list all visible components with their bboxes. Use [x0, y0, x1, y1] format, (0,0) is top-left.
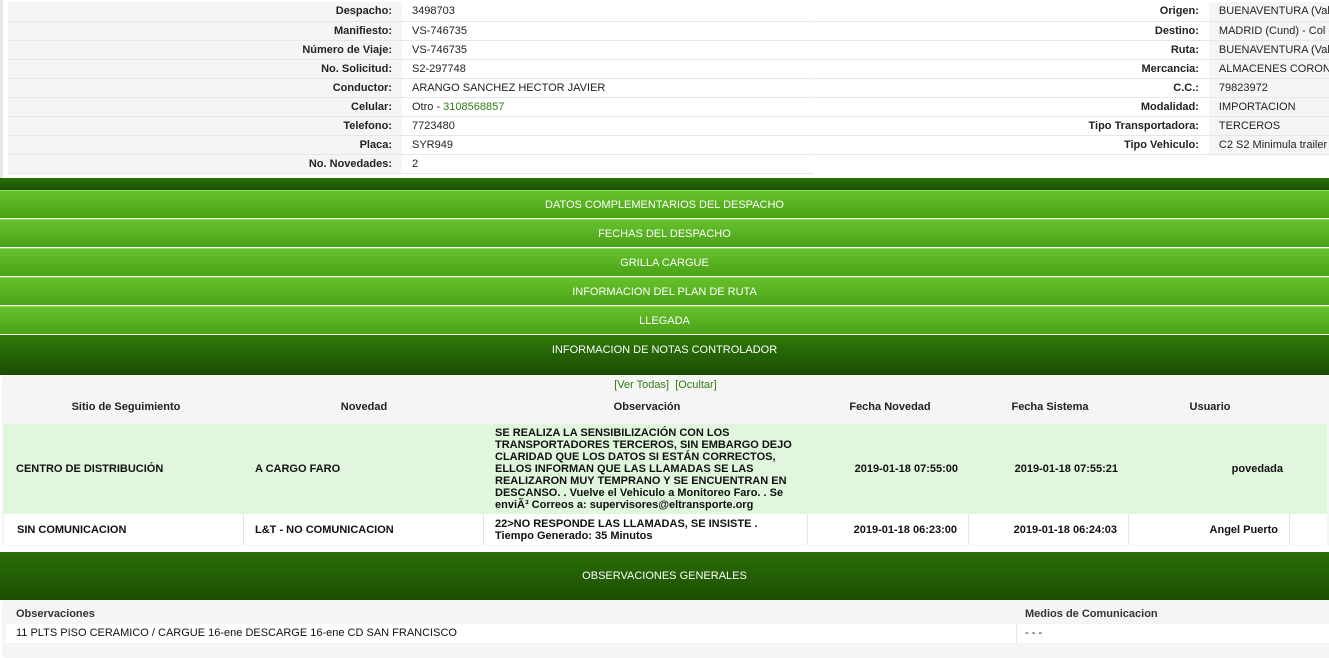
celular-phone-link[interactable]: 3108568857	[443, 101, 504, 113]
observaciones-panel: Observaciones Medios de Comunicacion 11 …	[2, 600, 1329, 658]
info-value: MADRID (Cund) - Col -	[1208, 21, 1329, 41]
note-fecha-novedad: 2019-01-18 06:23:00	[808, 514, 969, 545]
notes-table-row: CENTRO DE DISTRIBUCIÓN A CARGO FARO SE R…	[4, 424, 1327, 514]
info-row-ruta: Ruta: BUENAVENTURA (Val	[815, 40, 1329, 60]
info-value: VS-746735	[402, 40, 814, 60]
section-llegada[interactable]: LLEGADA	[0, 306, 1329, 334]
info-label: Origen:	[815, 2, 1209, 22]
section-plan-ruta[interactable]: INFORMACION DEL PLAN DE RUTA	[0, 277, 1329, 305]
info-row-despacho: Despacho: 3498703	[8, 2, 814, 22]
info-label: C.C.:	[815, 78, 1209, 98]
section-grilla-cargue[interactable]: GRILLA CARGUE	[0, 248, 1329, 276]
info-value: 79823972	[1208, 78, 1329, 98]
info-row-modalidad: Modalidad: IMPORTACION	[815, 97, 1329, 117]
cell-divider	[1016, 624, 1017, 643]
dispatch-detail-page: Despacho: 3498703 Manifiesto: VS-746735 Nú…	[0, 0, 1329, 658]
section-observaciones-generales[interactable]: OBSERVACIONES GENERALES	[0, 556, 1329, 596]
info-value: Otro - 3108568857	[402, 97, 814, 117]
info-label: Celular:	[8, 97, 402, 117]
notes-toggle-links: [Ver Todas] [Ocultar]	[2, 379, 1329, 391]
info-value: 2	[402, 154, 814, 174]
info-row-conductor: Conductor: ARANGO SANCHEZ HECTOR JAVIER	[8, 78, 814, 98]
info-row-manifiesto: Manifiesto: VS-746735	[8, 21, 814, 41]
header-medios-comunicacion: Medios de Comunicacion	[1025, 608, 1158, 620]
info-value: C2 S2 Minimula trailer	[1208, 135, 1329, 155]
celular-prefix: Otro -	[412, 100, 444, 113]
info-label: Ruta:	[815, 40, 1209, 60]
section-divider	[0, 178, 1329, 190]
info-value: 3498703	[402, 2, 814, 22]
section-datos-complementarios[interactable]: DATOS COMPLEMENTARIOS DEL DESPACHO	[0, 190, 1329, 218]
header-usuario: Usuario	[1189, 401, 1231, 413]
medios-comunicacion-value: - - -	[1025, 627, 1043, 639]
header-fecha-sistema: Fecha Sistema	[1011, 401, 1089, 413]
info-value: 7723480	[402, 116, 814, 136]
section-notas-controlador[interactable]: INFORMACION DE NOTAS CONTROLADOR	[0, 335, 1329, 375]
info-value: BUENAVENTURA (Val	[1208, 2, 1329, 22]
info-row-telefono: Telefono: 7723480	[8, 116, 814, 136]
note-observacion: SE REALIZA LA SENSIBILIZACIÓN CON LOS TR…	[495, 424, 805, 514]
info-row-solicitud: No. Solicitud: S2-297748	[8, 59, 814, 79]
ver-todas-link[interactable]: [Ver Todas]	[614, 379, 669, 391]
note-usuario: Angel Puerto	[1129, 514, 1290, 545]
info-label: Destino:	[815, 21, 1209, 41]
info-label: Modalidad:	[815, 97, 1209, 117]
info-label: Tipo Vehiculo:	[815, 135, 1209, 155]
info-row-cc: C.C.: 79823972	[815, 78, 1329, 98]
info-label: Manifiesto:	[8, 21, 402, 41]
info-label: Mercancia:	[815, 59, 1209, 79]
note-observacion-text: 22>NO RESPONDE LAS LLAMADAS, SE INSISTE …	[495, 517, 758, 542]
info-label: Conductor:	[8, 78, 402, 98]
info-label: Telefono:	[8, 116, 402, 136]
section-fechas-despacho[interactable]: FECHAS DEL DESPACHO	[0, 219, 1329, 247]
notes-table-header: Sitio de Seguimiento Novedad Observación…	[2, 399, 1329, 421]
note-novedad: A CARGO FARO	[255, 463, 341, 475]
info-row-novedades: No. Novedades: 2	[8, 154, 814, 174]
info-label: Despacho:	[8, 2, 402, 22]
info-row-tipo-transportadora: Tipo Transportadora: TERCEROS	[815, 116, 1329, 136]
info-row-numero-viaje: Número de Viaje: VS-746735	[8, 40, 814, 60]
info-label: No. Solicitud:	[8, 59, 402, 79]
note-observacion-text: SE REALIZA LA SENSIBILIZACIÓN CON LOS TR…	[495, 427, 792, 511]
header-fecha-novedad: Fecha Novedad	[849, 401, 931, 413]
info-row-tipo-vehiculo: Tipo Vehiculo: C2 S2 Minimula trailer	[815, 135, 1329, 155]
header-observacion: Observación	[613, 401, 681, 413]
info-label: Número de Viaje:	[8, 40, 402, 60]
dispatch-info-left-table: Despacho: 3498703 Manifiesto: VS-746735 Nú…	[8, 2, 814, 174]
info-value: BUENAVENTURA (Val	[1208, 40, 1329, 60]
info-value: TERCEROS	[1208, 116, 1329, 136]
info-label: Placa:	[8, 135, 402, 155]
info-value: ARANGO SANCHEZ HECTOR JAVIER	[402, 78, 814, 98]
dispatch-info-right-table: Origen: BUENAVENTURA (Val Destino: MADRID …	[815, 2, 1329, 155]
info-row-placa: Placa: SYR949	[8, 135, 814, 155]
info-row-mercancia: Mercancia: ALMACENES CORON	[815, 59, 1329, 79]
notes-table-row: SIN COMUNICACION L&T - NO COMUNICACION 2…	[4, 514, 1327, 545]
info-label: Tipo Transportadora:	[815, 116, 1209, 136]
header-novedad: Novedad	[340, 401, 388, 413]
note-fecha-sistema: 2019-01-18 06:24:03	[969, 514, 1129, 545]
info-value: ALMACENES CORON	[1208, 59, 1329, 79]
info-row-origen: Origen: BUENAVENTURA (Val	[815, 2, 1329, 22]
info-value: SYR949	[402, 135, 814, 155]
note-novedad: L&T - NO COMUNICACION	[244, 514, 484, 545]
info-value: VS-746735	[402, 21, 814, 41]
info-value: IMPORTACION	[1208, 97, 1329, 117]
note-fecha-novedad: 2019-01-18 07:55:00	[854, 463, 958, 475]
note-sitio: SIN COMUNICACION	[4, 514, 244, 545]
note-fecha-sistema: 2019-01-18 07:55:21	[1014, 463, 1118, 475]
observaciones-text: 11 PLTS PISO CERAMICO / CARGUE 16-ene DE…	[16, 627, 457, 639]
note-observacion: 22>NO RESPONDE LAS LLAMADAS, SE INSISTE …	[484, 514, 808, 545]
info-row-celular: Celular: Otro - 3108568857	[8, 97, 814, 117]
dispatch-info-panel: Despacho: 3498703 Manifiesto: VS-746735 Nú…	[0, 0, 1329, 178]
ocultar-link[interactable]: [Ocultar]	[675, 379, 717, 391]
info-label: No. Novedades:	[8, 154, 402, 174]
info-value: S2-297748	[402, 59, 814, 79]
header-sitio: Sitio de Seguimiento	[71, 401, 181, 413]
note-sitio: CENTRO DE DISTRIBUCIÓN	[16, 463, 164, 475]
header-observaciones: Observaciones	[16, 608, 95, 620]
observaciones-row: 11 PLTS PISO CERAMICO / CARGUE 16-ene DE…	[6, 624, 1329, 643]
info-row-destino: Destino: MADRID (Cund) - Col -	[815, 21, 1329, 41]
note-usuario: povedada	[1231, 463, 1283, 475]
